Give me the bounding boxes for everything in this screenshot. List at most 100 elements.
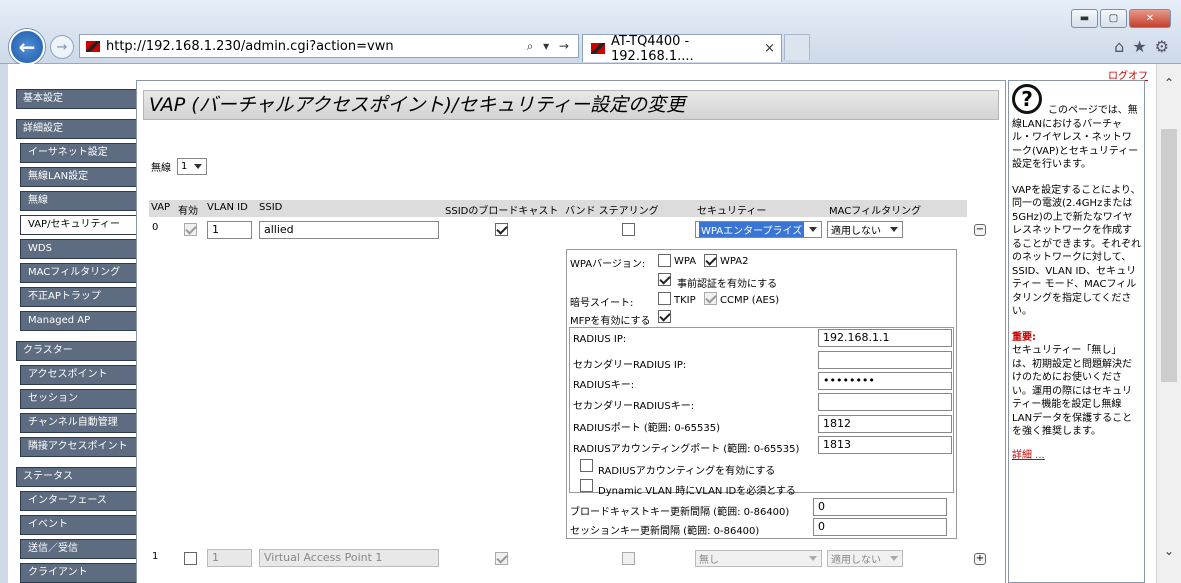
row0-broadcast-checkbox[interactable] — [495, 223, 508, 236]
row0-band-steering-checkbox[interactable] — [622, 223, 635, 236]
vap-table-header: VAP 有効 VLAN ID SSID SSIDのブロードキャスト バンド ステ… — [149, 200, 967, 217]
tkip-checkbox[interactable] — [658, 292, 671, 305]
radius-settings: RADIUS IP: 192.168.1.1 セカンダリーRADIUS IP: … — [569, 327, 954, 497]
star-icon[interactable]: ★ — [1132, 37, 1146, 56]
row0-enabled-checkbox[interactable] — [184, 223, 197, 236]
minimize-button[interactable]: ▬ — [1071, 9, 1098, 28]
col-vap: VAP — [151, 202, 171, 213]
nav-item-access-points[interactable]: アクセスポイント — [20, 365, 137, 385]
nav-item-vap-security[interactable]: VAP/セキュリティー — [20, 215, 137, 235]
radius-key2-input[interactable] — [818, 393, 952, 411]
home-icon[interactable]: ⌂ — [1114, 37, 1124, 56]
ccmp-checkbox[interactable] — [704, 292, 717, 305]
radius-acct-label: RADIUSアカウンティングを有効にする — [598, 466, 776, 477]
radius-ip2-input[interactable] — [818, 351, 952, 369]
nav-status[interactable]: ステータス — [16, 467, 137, 487]
help-vap-description: VAPを設定することにより、同一の電波(2.4GHzまたは5GHz)の上で新たな… — [1012, 184, 1141, 318]
main-content: VAP (バーチャルアクセスポイント)/セキュリティー設定の変更 無線 1 VA… — [136, 80, 1006, 583]
scroll-down-icon[interactable]: ⌄ — [1164, 544, 1174, 558]
wpa-checkbox[interactable] — [658, 254, 671, 267]
row0-security-select[interactable]: WPAエンタープライズ — [695, 221, 822, 238]
radio-select[interactable]: 1 — [177, 158, 207, 175]
bcast-key-input[interactable]: 0 — [813, 498, 947, 516]
help-more-link[interactable]: 詳細 ... — [1012, 449, 1141, 463]
ccmp-label: CCMP (AES) — [720, 295, 780, 306]
nav-item-interfaces[interactable]: インターフェース — [20, 491, 137, 511]
row0-mac-select[interactable]: 適用しない — [827, 221, 903, 238]
session-key-input[interactable]: 0 — [813, 518, 947, 536]
close-window-button[interactable]: ✕ — [1129, 9, 1171, 28]
radius-key-input[interactable]: •••••••• — [818, 372, 952, 390]
page-scrollbar[interactable]: ⌃ ⌄ — [1156, 64, 1181, 583]
window-controls: ▬ ▢ ✕ — [1071, 9, 1171, 28]
row0-collapse-button[interactable]: − — [974, 224, 986, 236]
maximize-button[interactable]: ▢ — [1100, 9, 1127, 28]
browser-toolbar: ⌂ ★ ⚙ — [1114, 37, 1169, 56]
address-tools[interactable]: ⌕ ▾ → — [527, 39, 572, 54]
scroll-thumb[interactable] — [1161, 129, 1177, 382]
browser-tab[interactable]: AT-TQ4400 - 192.168.1.... × — [582, 34, 782, 64]
back-button[interactable]: ← — [9, 29, 45, 65]
row1-expand-button[interactable]: + — [974, 553, 986, 565]
radio-label: 無線 — [151, 163, 171, 174]
radius-port-label: RADIUSポート (範囲: 0-65535) — [573, 423, 721, 434]
nav-item-neighbor-ap[interactable]: 隣接アクセスポイント — [20, 437, 137, 457]
nav-item-mac-filtering[interactable]: MACフィルタリング — [20, 263, 137, 283]
wpa2-label: WPA2 — [720, 256, 749, 267]
nav-item-radio[interactable]: 無線 — [20, 191, 137, 211]
dyn-vlan-checkbox[interactable] — [580, 479, 593, 492]
page-viewport: ログオフ 基本設定 詳細設定 イーサネット設定 無線LAN設定 無線 VAP/セ… — [8, 64, 1156, 583]
wpa-label: WPA — [674, 256, 697, 267]
gear-icon[interactable]: ⚙ — [1155, 37, 1169, 56]
nav-advanced-settings[interactable]: 詳細設定 — [16, 119, 137, 139]
row1-security-select[interactable]: 無し — [695, 550, 822, 567]
nav-item-events[interactable]: イベント — [20, 515, 137, 535]
dyn-vlan-label: Dynamic VLAN 時にVLAN IDを必須とする — [598, 486, 796, 497]
radius-key-label: RADIUSキー: — [573, 380, 635, 391]
radius-acct-checkbox[interactable] — [580, 459, 593, 472]
nav-cluster[interactable]: クラスター — [16, 341, 137, 361]
nav-item-wds[interactable]: WDS — [20, 239, 137, 259]
preauth-checkbox[interactable] — [658, 273, 671, 286]
radius-port-input[interactable]: 1812 — [818, 415, 952, 433]
row0-ssid-input[interactable]: allied — [259, 221, 439, 239]
preauth-label: 事前認証を有効にする — [677, 279, 778, 290]
radius-ip-input[interactable]: 192.168.1.1 — [818, 329, 952, 347]
row1-band-steering-checkbox[interactable] — [622, 552, 635, 565]
col-band-steering: バンド ステアリング — [565, 206, 659, 217]
radius-acct-port-input[interactable]: 1813 — [818, 436, 952, 454]
col-mac-filtering: MACフィルタリング — [829, 206, 922, 217]
nav-item-wlan-settings[interactable]: 無線LAN設定 — [20, 167, 137, 187]
sidebar: 基本設定 詳細設定 イーサネット設定 無線LAN設定 無線 VAP/セキュリティ… — [16, 89, 137, 583]
tab-close-icon[interactable]: × — [764, 41, 775, 56]
mfp-checkbox[interactable] — [658, 310, 671, 323]
arrow-left-icon: ← — [18, 35, 36, 59]
wpa2-checkbox[interactable] — [704, 254, 717, 267]
site-logo-icon — [86, 40, 100, 52]
nav-item-ethernet[interactable]: イーサネット設定 — [20, 143, 137, 163]
new-tab-button[interactable] — [784, 34, 810, 60]
col-security: セキュリティー — [697, 206, 767, 217]
col-ssid-broadcast: SSIDのブロードキャスト — [445, 206, 559, 217]
row1-broadcast-checkbox[interactable] — [495, 552, 508, 565]
tab-logo-icon — [591, 43, 605, 54]
row1-enabled-checkbox[interactable] — [184, 552, 197, 565]
row1-ssid-input[interactable]: Virtual Access Point 1 — [259, 549, 439, 567]
nav-item-managed-ap[interactable]: Managed AP — [20, 311, 137, 331]
bcast-key-label: ブロードキャストキー更新間隔 (範囲: 0-86400) — [570, 507, 790, 518]
radius-ip2-label: セカンダリーRADIUS IP: — [573, 360, 687, 371]
address-bar[interactable]: http://192.168.1.230/admin.cgi?action=vw… — [79, 34, 579, 58]
nav-item-sessions[interactable]: セッション — [20, 389, 137, 409]
nav-item-tx-rx[interactable]: 送信／受信 — [20, 539, 137, 559]
scroll-up-icon[interactable]: ⌃ — [1164, 76, 1174, 90]
row1-vlan-input[interactable]: 1 — [207, 549, 252, 567]
nav-item-rogue-ap[interactable]: 不正APトラップ — [20, 287, 137, 307]
row1-mac-select[interactable]: 適用しない — [827, 550, 903, 567]
nav-item-clients[interactable]: クライアント — [20, 563, 137, 583]
nav-basic-settings[interactable]: 基本設定 — [16, 89, 137, 109]
row0-vlan-input[interactable]: 1 — [207, 221, 252, 239]
nav-item-channel-mgmt[interactable]: チャンネル自動管理 — [20, 413, 137, 433]
forward-button[interactable]: → — [50, 35, 74, 59]
help-question-icon: ? — [1012, 84, 1042, 114]
address-url[interactable]: http://192.168.1.230/admin.cgi?action=vw… — [106, 39, 527, 54]
